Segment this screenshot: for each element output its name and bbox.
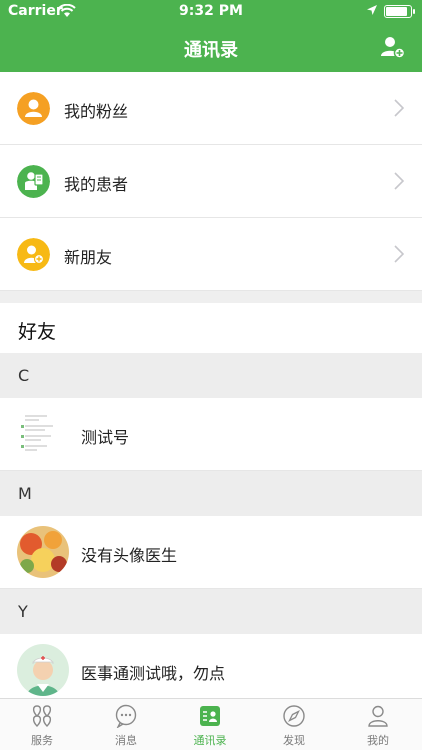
chevron-right-icon [394, 172, 404, 190]
menu-item-label: 我的患者 [64, 175, 129, 194]
menu-item-new-friends[interactable]: 新朋友 [0, 218, 422, 291]
avatar [17, 526, 69, 578]
profile-icon [368, 705, 388, 727]
tab-label: 我的 [367, 734, 389, 747]
contact-row[interactable]: 医事通测试哦，勿点 [0, 634, 422, 707]
tab-label: 发现 [283, 734, 305, 747]
chevron-right-icon [394, 245, 404, 263]
index-header-c: C [0, 353, 422, 398]
tab-messages[interactable]: 消息 [84, 699, 168, 750]
chevron-right-icon [394, 99, 404, 117]
index-header-m: M [0, 471, 422, 516]
tab-label: 消息 [115, 734, 137, 747]
page-title: 通讯录 [184, 40, 238, 61]
friends-title: 好友 [18, 321, 57, 343]
status-time: 9:32 PM [179, 3, 243, 19]
avatar [17, 644, 69, 696]
menu-item-label: 新朋友 [64, 248, 113, 267]
tab-label: 服务 [31, 734, 53, 747]
tab-discover[interactable]: 发现 [252, 699, 336, 750]
index-letter: C [18, 366, 30, 385]
tab-services[interactable]: 服务 [0, 699, 84, 750]
contact-row[interactable]: 测试号 [0, 398, 422, 471]
fans-icon [17, 92, 50, 125]
nav-bar: 通讯录 [0, 24, 422, 72]
index-letter: M [18, 484, 32, 503]
tab-contacts[interactable]: 通讯录 [168, 699, 252, 750]
location-arrow-icon [367, 5, 377, 15]
index-header-y: Y [0, 589, 422, 634]
contact-row[interactable]: 没有头像医生 [0, 516, 422, 589]
avatar [17, 408, 69, 460]
contact-name: 测试号 [81, 428, 130, 447]
tab-profile[interactable]: 我的 [336, 699, 420, 750]
contact-name: 医事通测试哦，勿点 [81, 664, 226, 683]
contacts-menu: 我的粉丝 我的患者 新朋友 [0, 72, 422, 291]
services-icon [32, 705, 52, 727]
menu-item-fans[interactable]: 我的粉丝 [0, 72, 422, 145]
battery-icon [384, 5, 415, 18]
contacts-icon [200, 706, 220, 726]
add-contact-icon[interactable] [380, 34, 406, 60]
tab-bar: 服务 消息 通讯录 发现 我的 [0, 698, 422, 750]
new-friend-icon [17, 238, 50, 271]
discover-icon [283, 705, 305, 727]
contact-name: 没有头像医生 [81, 546, 178, 565]
tab-label: 通讯录 [193, 734, 227, 747]
status-bar: Carrier 9:32 PM [0, 0, 422, 24]
menu-item-patients[interactable]: 我的患者 [0, 145, 422, 218]
menu-item-label: 我的粉丝 [64, 102, 129, 121]
index-letter: Y [18, 602, 28, 621]
section-divider [0, 291, 422, 303]
friends-header: 好友 [0, 303, 422, 353]
patients-icon [17, 165, 50, 198]
messages-icon [115, 704, 137, 728]
